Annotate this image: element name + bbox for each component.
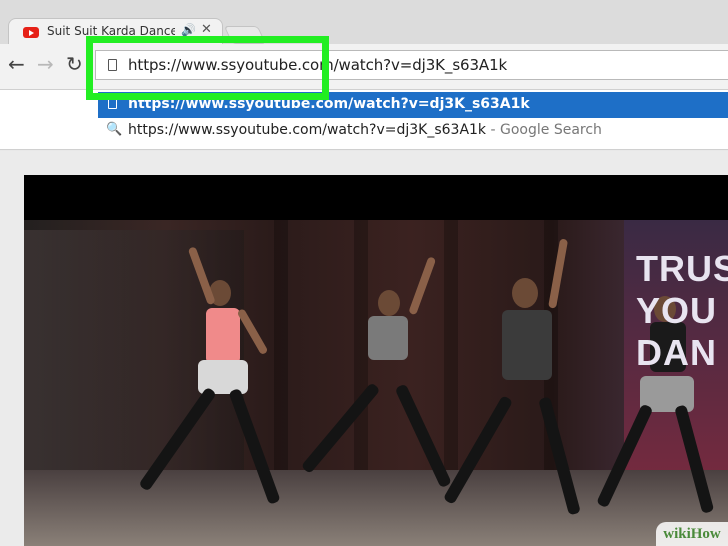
close-icon[interactable]: ✕ — [201, 22, 212, 37]
poster-text: TRUS YOU DAN — [636, 248, 728, 373]
youtube-favicon-icon — [23, 27, 39, 38]
forward-icon[interactable]: → — [37, 54, 54, 74]
video-frame[interactable]: TRUS YOU DAN — [24, 220, 728, 546]
suggestion-suffix: - Google Search — [486, 122, 602, 138]
reload-icon[interactable]: ↻ — [66, 54, 83, 74]
curtain-fold — [354, 220, 368, 480]
dance-floor — [24, 470, 728, 546]
curtain-fold — [444, 220, 458, 480]
curtain-fold — [274, 220, 288, 480]
suggestion-text: https://www.ssyoutube.com/watch?v=dj3K_s… — [128, 122, 602, 138]
search-icon: 🔍 — [106, 122, 123, 137]
wikihow-watermark: wikiHow — [656, 522, 728, 546]
speaker-icon[interactable]: 🔊 — [181, 23, 196, 37]
back-icon[interactable]: ← — [8, 54, 25, 74]
suggestion-google-search[interactable]: 🔍 https://www.ssyoutube.com/watch?v=dj3K… — [98, 118, 728, 144]
url-highlight-box — [86, 36, 329, 100]
